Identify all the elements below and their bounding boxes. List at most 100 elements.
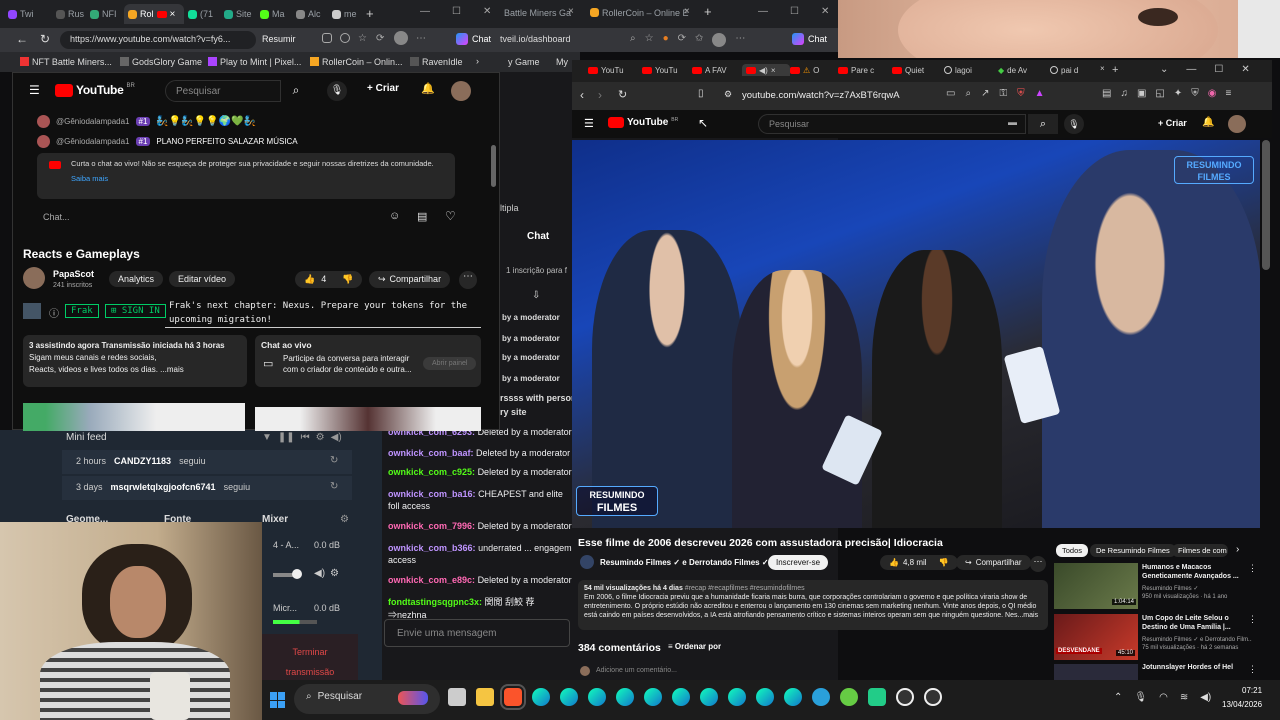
start-button[interactable] (270, 692, 286, 708)
nav-back-icon[interactable]: ← (16, 32, 28, 46)
zoom-icon[interactable] (340, 33, 350, 43)
recommendation-item[interactable]: 1:04:14 Humanos e Macacos Geneticamente … (1054, 563, 1264, 609)
search-button[interactable]: ⌕ (283, 80, 309, 102)
sign-in-button[interactable]: ⊞ SIGN IN (105, 304, 166, 318)
reload-icon[interactable]: ↻ (618, 88, 627, 101)
edge-icon[interactable] (672, 688, 690, 706)
hamburger-icon[interactable]: ☰ (584, 117, 594, 130)
brave-browser-icon[interactable] (500, 684, 526, 710)
chat-input[interactable]: Chat... (37, 209, 387, 227)
analytics-button[interactable]: Analytics (109, 271, 164, 287)
back-tab[interactable]: (71 (188, 6, 220, 22)
volume-icon[interactable]: ◀) (1200, 692, 1211, 703)
bookmark-item[interactable]: RavenIdle (410, 57, 463, 67)
file-explorer-icon[interactable] (476, 688, 494, 706)
channel-settings-icon[interactable]: ⚙ (330, 568, 339, 579)
bookmark-item[interactable]: y Game (508, 57, 540, 67)
network-app-icon[interactable] (840, 688, 858, 706)
sync-icon[interactable]: ⟳ (678, 33, 686, 47)
copilot-chat-button-right[interactable]: Chat (792, 33, 827, 45)
brave-shield-icon[interactable]: ⛨ (1017, 88, 1025, 99)
more-options-icon[interactable]: ⋯ (459, 271, 477, 289)
star-icon[interactable]: ☆ (645, 33, 654, 47)
sidebar-icon[interactable]: ▤ (1102, 88, 1111, 99)
rewind-icon[interactable]: ⏮ (301, 432, 310, 443)
pause-icon[interactable]: ❚❚ (278, 432, 295, 443)
reload-icon[interactable]: ↻ (40, 32, 50, 46)
address-input-right[interactable]: tveil.io/dashboard (500, 34, 571, 44)
app-icon[interactable] (868, 688, 886, 706)
help-icon[interactable]: ⓘ (49, 305, 59, 320)
end-stream-button[interactable]: Terminar transmissão (262, 634, 358, 680)
settings-icon[interactable]: ⚙ (316, 432, 325, 443)
description-box[interactable]: 54 mil visualizações há 4 dias #recap #r… (578, 580, 1048, 630)
bookmark-item[interactable]: GodsGlory Game (120, 57, 202, 67)
bookmark-item[interactable]: Play to Mint | Pixel... (208, 57, 301, 67)
edge-icon[interactable] (532, 688, 550, 706)
address-input[interactable]: youtube.com/watch?v=z7AxBT6rqwA (742, 90, 900, 101)
edge-icon[interactable] (728, 688, 746, 706)
chevron-right-icon[interactable]: › (476, 56, 479, 66)
edge-icon[interactable] (784, 688, 802, 706)
maximize-icon[interactable]: ☐ (1214, 64, 1223, 75)
edge-icon[interactable] (756, 688, 774, 706)
chevron-right-icon[interactable]: › (1236, 544, 1239, 555)
menu-icon[interactable]: ≡ (1225, 88, 1231, 99)
search-input[interactable]: Pesquisar (165, 80, 281, 102)
avatar[interactable] (1228, 115, 1246, 133)
wifi-icon[interactable]: ≋ (1180, 692, 1188, 703)
profile-avatar[interactable] (712, 33, 727, 47)
close-icon[interactable]: × (170, 9, 176, 20)
password-icon[interactable]: ⚿ (999, 88, 1007, 99)
extension-icon[interactable] (322, 33, 332, 43)
minimize-icon[interactable]: — (1186, 64, 1196, 75)
back-tab[interactable]: Ma (260, 6, 292, 22)
network-icon[interactable]: ◠ (1159, 692, 1168, 703)
back-tab[interactable]: Alc (296, 6, 328, 22)
site-settings-icon[interactable]: ⚙ (724, 89, 732, 100)
close-icon[interactable]: × (1100, 64, 1112, 76)
more-options-icon[interactable]: ⋮ (1248, 563, 1257, 574)
new-tab-button[interactable]: + (1112, 64, 1128, 76)
thumbnail[interactable] (255, 407, 481, 431)
star-icon[interactable]: ☆ (358, 33, 368, 44)
nav-back-icon[interactable]: ‹ (580, 88, 584, 102)
bookmark-item[interactable]: RollerCoin – Onlin... (310, 57, 403, 67)
address-input[interactable]: https://www.youtube.com/watch?v=fy6... (60, 31, 256, 49)
close-icon[interactable]: × (684, 6, 690, 17)
obs-icon[interactable] (924, 688, 942, 706)
back-tab[interactable]: NFI (90, 6, 120, 22)
bookmark-item[interactable]: NFT Battle Miners... (20, 57, 112, 67)
chip-channel[interactable]: De Resumindo Filmes (1090, 544, 1176, 557)
mute-icon[interactable]: ◀) (314, 568, 325, 579)
chip-all[interactable]: Todos (1056, 544, 1089, 557)
mixer-settings-icon[interactable]: ⚙ (340, 514, 349, 525)
youtube-logo[interactable]: YouTube BR (55, 83, 135, 97)
maximize-icon[interactable]: ☐ (790, 6, 799, 17)
thumbnail[interactable] (23, 403, 245, 431)
taskbar-search[interactable]: ⌕ Pesquisar (294, 684, 440, 714)
favorites-icon[interactable]: ✩ (695, 33, 703, 47)
close-window-icon[interactable]: ✕ (483, 6, 491, 17)
heart-icon[interactable]: ♡ (445, 209, 456, 223)
video-player[interactable]: RESUMINDO FILMES RESUMINDO FILMES (572, 140, 1260, 528)
edge-icon[interactable] (644, 688, 662, 706)
yt-tab[interactable]: A FAV (692, 64, 742, 76)
comment-input[interactable]: Adicione um comentário... (596, 667, 677, 674)
channel-name[interactable]: Resumindo Filmes ✓ e Derrotando Filmes ✓ (600, 558, 769, 567)
more-options-icon[interactable]: ⋮ (1248, 664, 1257, 675)
send-message-input[interactable]: Envie uma mensagem (384, 619, 570, 647)
back-tab[interactable]: RollerCoin – Online E (590, 8, 689, 18)
vpn-icon[interactable]: ⛨ (1191, 88, 1199, 99)
channel-name[interactable]: PapaScot (53, 269, 94, 279)
volume-slider-handle[interactable] (292, 569, 302, 579)
mic-icon[interactable]: 🎙 (327, 81, 347, 101)
edge-icon[interactable] (588, 688, 606, 706)
chat-tab[interactable]: Chat (527, 231, 549, 242)
replay-icon[interactable]: ↻ (330, 455, 338, 466)
more-options-icon[interactable]: ⋮ (1248, 614, 1257, 625)
channel-avatar[interactable] (23, 267, 45, 289)
hamburger-icon[interactable]: ☰ (29, 83, 40, 97)
create-button[interactable]: + Criar (367, 83, 399, 94)
share-button[interactable]: ↪ Compartilhar (369, 271, 451, 288)
